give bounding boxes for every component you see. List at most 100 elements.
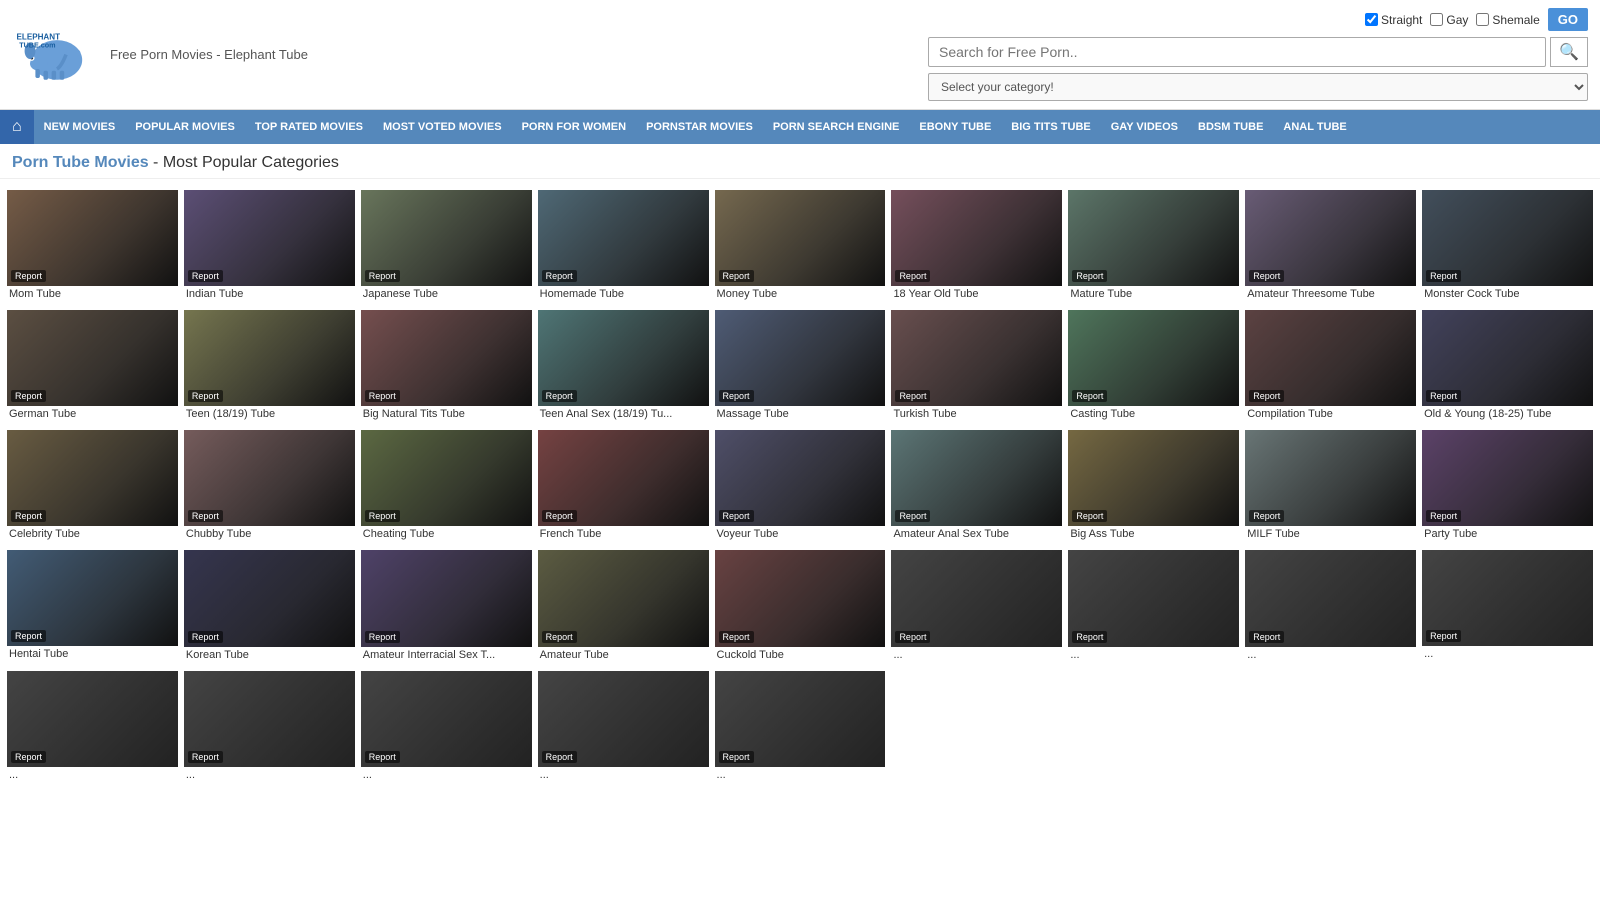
category-item-indian-tube[interactable]: Report Indian Tube (184, 190, 355, 304)
report-badge-big-natural-tits-tube[interactable]: Report (365, 390, 400, 402)
report-badge-cat-39[interactable]: Report (365, 751, 400, 763)
nav-item-most-voted-movies[interactable]: MOST VOTED MOVIES (373, 113, 512, 141)
shemale-checkbox-label[interactable]: Shemale (1476, 13, 1539, 27)
nav-item-big-tits-tube[interactable]: BIG TITS TUBE (1001, 113, 1100, 141)
category-item-french-tube[interactable]: Report French Tube (538, 430, 709, 544)
category-item-milf-tube[interactable]: Report MILF Tube (1245, 430, 1416, 544)
category-item-teen-anal-sex-tube[interactable]: Report Teen Anal Sex (18/19) Tu... (538, 310, 709, 424)
nav-item-porn-for-women[interactable]: PORN FOR WOMEN (512, 113, 637, 141)
report-badge-korean-tube[interactable]: Report (188, 631, 223, 643)
report-badge-old-young-tube[interactable]: Report (1426, 390, 1461, 402)
report-badge-hentai-tube[interactable]: Report (11, 630, 46, 642)
nav-item-bdsm-tube[interactable]: BDSM TUBE (1188, 113, 1273, 141)
category-item-cat-40[interactable]: Report ... (538, 671, 709, 785)
category-item-cat-33[interactable]: Report ... (891, 550, 1062, 664)
category-select[interactable]: Select your category! (928, 73, 1588, 101)
category-item-voyeur-tube[interactable]: Report Voyeur Tube (715, 430, 886, 544)
category-item-cat-34[interactable]: Report ... (1068, 550, 1239, 664)
category-item-hentai-tube[interactable]: Report Hentai Tube (7, 550, 178, 664)
straight-checkbox-label[interactable]: Straight (1365, 13, 1422, 27)
report-badge-teen-tube[interactable]: Report (188, 390, 223, 402)
report-badge-cat-35[interactable]: Report (1249, 631, 1284, 643)
category-item-mom-tube[interactable]: Report Mom Tube (7, 190, 178, 304)
nav-item-gay-videos[interactable]: GAY VIDEOS (1101, 113, 1188, 141)
category-item-amateur-threesome-tube[interactable]: Report Amateur Threesome Tube (1245, 190, 1416, 304)
category-item-celebrity-tube[interactable]: Report Celebrity Tube (7, 430, 178, 544)
report-badge-cat-38[interactable]: Report (188, 751, 223, 763)
gay-checkbox[interactable] (1430, 13, 1443, 26)
report-badge-mom-tube[interactable]: Report (11, 270, 46, 282)
report-badge-party-tube[interactable]: Report (1426, 510, 1461, 522)
report-badge-voyeur-tube[interactable]: Report (719, 510, 754, 522)
report-badge-massage-tube[interactable]: Report (719, 390, 754, 402)
nav-item-porn-search-engine[interactable]: PORN SEARCH ENGINE (763, 113, 910, 141)
category-item-monster-cock-tube[interactable]: Report Monster Cock Tube (1422, 190, 1593, 304)
category-item-homemade-tube[interactable]: Report Homemade Tube (538, 190, 709, 304)
report-badge-teen-anal-sex-tube[interactable]: Report (542, 390, 577, 402)
category-item-amateur-anal-sex-tube[interactable]: Report Amateur Anal Sex Tube (891, 430, 1062, 544)
report-badge-casting-tube[interactable]: Report (1072, 390, 1107, 402)
category-item-18-year-old-tube[interactable]: Report 18 Year Old Tube (891, 190, 1062, 304)
report-badge-amateur-anal-sex-tube[interactable]: Report (895, 510, 930, 522)
category-item-cat-36[interactable]: Report ... (1422, 550, 1593, 664)
report-badge-turkish-tube[interactable]: Report (895, 390, 930, 402)
report-badge-monster-cock-tube[interactable]: Report (1426, 270, 1461, 282)
report-badge-18-year-old-tube[interactable]: Report (895, 270, 930, 282)
category-item-cat-35[interactable]: Report ... (1245, 550, 1416, 664)
category-item-german-tube[interactable]: Report German Tube (7, 310, 178, 424)
nav-item-new-movies[interactable]: NEW MOVIES (34, 113, 126, 141)
category-item-mature-tube[interactable]: Report Mature Tube (1068, 190, 1239, 304)
nav-item-anal-tube[interactable]: ANAL TUBE (1273, 113, 1356, 141)
report-badge-compilation-tube[interactable]: Report (1249, 390, 1284, 402)
nav-home[interactable]: ⌂ (0, 110, 34, 144)
category-item-turkish-tube[interactable]: Report Turkish Tube (891, 310, 1062, 424)
report-badge-japanese-tube[interactable]: Report (365, 270, 400, 282)
report-badge-cheating-tube[interactable]: Report (365, 510, 400, 522)
search-button[interactable]: 🔍 (1550, 37, 1588, 67)
category-item-party-tube[interactable]: Report Party Tube (1422, 430, 1593, 544)
category-item-money-tube[interactable]: Report Money Tube (715, 190, 886, 304)
report-badge-mature-tube[interactable]: Report (1072, 270, 1107, 282)
report-badge-german-tube[interactable]: Report (11, 390, 46, 402)
report-badge-amateur-interracial-tube[interactable]: Report (365, 631, 400, 643)
category-item-old-young-tube[interactable]: Report Old & Young (18-25) Tube (1422, 310, 1593, 424)
category-item-cat-39[interactable]: Report ... (361, 671, 532, 785)
report-badge-money-tube[interactable]: Report (719, 270, 754, 282)
category-item-big-natural-tits-tube[interactable]: Report Big Natural Tits Tube (361, 310, 532, 424)
category-item-compilation-tube[interactable]: Report Compilation Tube (1245, 310, 1416, 424)
report-badge-milf-tube[interactable]: Report (1249, 510, 1284, 522)
report-badge-cuckold-tube[interactable]: Report (719, 631, 754, 643)
report-badge-cat-33[interactable]: Report (895, 631, 930, 643)
nav-item-pornstar-movies[interactable]: PORNSTAR MOVIES (636, 113, 763, 141)
report-badge-amateur-tube[interactable]: Report (542, 631, 577, 643)
report-badge-chubby-tube[interactable]: Report (188, 510, 223, 522)
category-item-korean-tube[interactable]: Report Korean Tube (184, 550, 355, 664)
category-item-chubby-tube[interactable]: Report Chubby Tube (184, 430, 355, 544)
nav-item-top-rated-movies[interactable]: TOP RATED MOVIES (245, 113, 373, 141)
category-item-cat-37[interactable]: Report ... (7, 671, 178, 785)
report-badge-amateur-threesome-tube[interactable]: Report (1249, 270, 1284, 282)
shemale-checkbox[interactable] (1476, 13, 1489, 26)
straight-checkbox[interactable] (1365, 13, 1378, 26)
category-item-cheating-tube[interactable]: Report Cheating Tube (361, 430, 532, 544)
category-item-cat-41[interactable]: Report ... (715, 671, 886, 785)
search-input[interactable] (928, 37, 1546, 67)
category-item-big-ass-tube[interactable]: Report Big Ass Tube (1068, 430, 1239, 544)
report-badge-cat-41[interactable]: Report (719, 751, 754, 763)
report-badge-celebrity-tube[interactable]: Report (11, 510, 46, 522)
category-item-teen-tube[interactable]: Report Teen (18/19) Tube (184, 310, 355, 424)
nav-item-popular-movies[interactable]: POPULAR MOVIES (125, 113, 245, 141)
report-badge-indian-tube[interactable]: Report (188, 270, 223, 282)
report-badge-cat-34[interactable]: Report (1072, 631, 1107, 643)
report-badge-french-tube[interactable]: Report (542, 510, 577, 522)
category-item-massage-tube[interactable]: Report Massage Tube (715, 310, 886, 424)
category-item-casting-tube[interactable]: Report Casting Tube (1068, 310, 1239, 424)
gay-checkbox-label[interactable]: Gay (1430, 13, 1468, 27)
category-item-cuckold-tube[interactable]: Report Cuckold Tube (715, 550, 886, 664)
go-button[interactable]: GO (1548, 8, 1588, 31)
category-item-japanese-tube[interactable]: Report Japanese Tube (361, 190, 532, 304)
category-item-cat-38[interactable]: Report ... (184, 671, 355, 785)
report-badge-big-ass-tube[interactable]: Report (1072, 510, 1107, 522)
category-item-amateur-tube[interactable]: Report Amateur Tube (538, 550, 709, 664)
report-badge-cat-40[interactable]: Report (542, 751, 577, 763)
